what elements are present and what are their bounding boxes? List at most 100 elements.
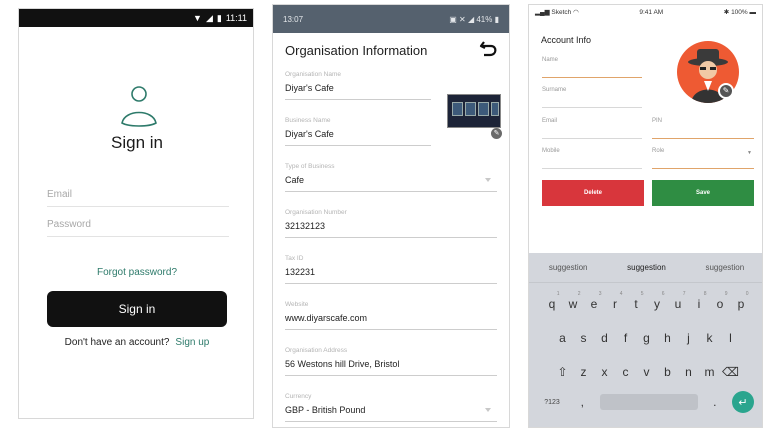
field-label: Organisation Address bbox=[285, 347, 348, 354]
business-name-field[interactable]: Business Name Diyar's Cafe bbox=[285, 117, 431, 146]
suggestion-item[interactable]: suggestion bbox=[627, 263, 666, 272]
key-a[interactable]: a bbox=[552, 325, 573, 351]
field-label: Organisation Name bbox=[285, 71, 341, 78]
field-label: Currency bbox=[285, 393, 312, 400]
numbers-key[interactable]: ?123 bbox=[539, 392, 565, 412]
key-q[interactable]: 1q bbox=[542, 291, 563, 317]
period-key[interactable]: . bbox=[708, 395, 722, 409]
signin-screen: ▼ ◢ ▮ 11:11 Sign in Email Password Forgo… bbox=[18, 8, 254, 419]
surname-field[interactable]: Surname bbox=[542, 87, 642, 108]
edit-avatar-icon[interactable]: ✎ bbox=[718, 83, 734, 99]
key-c[interactable]: c bbox=[615, 359, 636, 385]
key-number-hint: 3 bbox=[598, 291, 602, 297]
key-r[interactable]: 4r bbox=[605, 291, 626, 317]
key-m[interactable]: m bbox=[699, 359, 720, 385]
photo-window bbox=[465, 102, 476, 116]
field-value: www.diyarscafe.com bbox=[285, 313, 368, 323]
key-k[interactable]: k bbox=[699, 325, 720, 351]
signup-link[interactable]: Sign up bbox=[175, 337, 209, 348]
status-bar: ▂▄▆ Sketch ◠ 9:41 AM ✱ 100% ▬ bbox=[529, 5, 762, 19]
delete-button[interactable]: Delete bbox=[542, 180, 644, 206]
key-f[interactable]: f bbox=[615, 325, 636, 351]
field-label: Role bbox=[652, 148, 665, 154]
field-value: Diyar's Cafe bbox=[285, 129, 334, 139]
key-number-hint: 6 bbox=[661, 291, 665, 297]
key-h[interactable]: h bbox=[657, 325, 678, 351]
mobile-field[interactable]: Mobile bbox=[542, 148, 642, 169]
keyboard-row-1: 1q 2w 3e 4r 5t 6y 7u 8i 9o 0p bbox=[529, 291, 762, 317]
key-e[interactable]: 3e bbox=[584, 291, 605, 317]
organisation-name-field[interactable]: Organisation Name Diyar's Cafe bbox=[285, 71, 431, 100]
key-label: w bbox=[568, 297, 578, 311]
key-j[interactable]: j bbox=[678, 325, 699, 351]
password-field[interactable]: Password bbox=[47, 215, 229, 237]
suggestion-item[interactable]: suggestion bbox=[705, 263, 744, 272]
key-x[interactable]: x bbox=[594, 359, 615, 385]
organisation-number-field[interactable]: Organisation Number 32132123 bbox=[285, 209, 497, 238]
forgot-password-link[interactable]: Forgot password? bbox=[19, 267, 255, 278]
key-p[interactable]: 0p bbox=[731, 291, 752, 317]
user-icon bbox=[121, 86, 157, 127]
website-field[interactable]: Website www.diyarscafe.com bbox=[285, 301, 497, 330]
comma-key[interactable]: , bbox=[575, 395, 589, 409]
business-type-select[interactable]: Type of Business Cafe bbox=[285, 163, 497, 192]
key-number-hint: 9 bbox=[724, 291, 728, 297]
suggestion-item[interactable]: suggestion bbox=[549, 263, 588, 272]
key-g[interactable]: g bbox=[636, 325, 657, 351]
undo-icon[interactable] bbox=[479, 39, 499, 57]
key-z[interactable]: z bbox=[573, 359, 594, 385]
signin-button[interactable]: Sign in bbox=[47, 291, 227, 327]
field-underline bbox=[285, 99, 431, 100]
shift-key-icon[interactable]: ⇧ bbox=[552, 359, 573, 385]
tax-id-field[interactable]: Tax ID 132231 bbox=[285, 255, 497, 284]
signup-prompt: Don't have an account? Sign up bbox=[19, 337, 255, 348]
email-field[interactable]: Email bbox=[542, 118, 642, 139]
key-t[interactable]: 5t bbox=[626, 291, 647, 317]
space-key[interactable] bbox=[599, 394, 698, 410]
field-value: GBP - British Pound bbox=[285, 405, 366, 415]
key-i[interactable]: 8i bbox=[689, 291, 710, 317]
key-y[interactable]: 6y bbox=[647, 291, 668, 317]
business-photo bbox=[447, 94, 501, 128]
key-number-hint: 0 bbox=[745, 291, 749, 297]
carrier-name: Sketch bbox=[551, 9, 572, 16]
currency-select[interactable]: Currency GBP - British Pound bbox=[285, 393, 497, 422]
chevron-down-icon bbox=[485, 178, 491, 182]
keyboard-row-2: a s d f g h j k l bbox=[529, 325, 762, 351]
backspace-key-icon[interactable]: ⌫ bbox=[720, 359, 741, 385]
organisation-address-field[interactable]: Organisation Address 56 Westons hill Dri… bbox=[285, 347, 497, 376]
field-underline bbox=[542, 138, 642, 139]
field-underline bbox=[285, 191, 497, 192]
field-label: Website bbox=[285, 301, 309, 308]
key-number-hint: 4 bbox=[619, 291, 623, 297]
key-w[interactable]: 2w bbox=[563, 291, 584, 317]
key-l[interactable]: l bbox=[720, 325, 741, 351]
name-field[interactable]: Name bbox=[542, 57, 642, 78]
battery-percent: 100% bbox=[731, 9, 748, 16]
status-carrier: ▂▄▆ Sketch ◠ bbox=[535, 9, 579, 16]
pin-field[interactable]: PIN bbox=[652, 118, 754, 139]
key-n[interactable]: n bbox=[678, 359, 699, 385]
signup-prompt-text: Don't have an account? bbox=[64, 337, 170, 348]
key-label: e bbox=[590, 297, 598, 311]
screens-canvas: ▼ ◢ ▮ 11:11 Sign in Email Password Forgo… bbox=[0, 0, 769, 428]
key-o[interactable]: 9o bbox=[710, 291, 731, 317]
role-select[interactable]: Role ▼ bbox=[652, 148, 754, 169]
email-field[interactable]: Email bbox=[47, 185, 229, 207]
enter-key-icon[interactable]: ↵ bbox=[732, 391, 754, 413]
key-s[interactable]: s bbox=[573, 325, 594, 351]
field-value: 132231 bbox=[285, 267, 316, 277]
key-b[interactable]: b bbox=[657, 359, 678, 385]
edit-photo-icon[interactable]: ✎ bbox=[491, 128, 502, 139]
status-time: 9:41 AM bbox=[639, 8, 664, 16]
key-v[interactable]: v bbox=[636, 359, 657, 385]
key-u[interactable]: 7u bbox=[668, 291, 689, 317]
save-button[interactable]: Save bbox=[652, 180, 754, 206]
photo-window bbox=[478, 102, 489, 116]
status-time: 11:11 bbox=[225, 13, 247, 23]
key-number-hint: 7 bbox=[682, 291, 686, 297]
key-d[interactable]: d bbox=[594, 325, 615, 351]
field-label: Type of Business bbox=[285, 163, 335, 170]
wifi-icon: ▼ bbox=[193, 13, 202, 23]
keyboard: suggestion suggestion suggestion 1q 2w 3… bbox=[529, 253, 762, 427]
